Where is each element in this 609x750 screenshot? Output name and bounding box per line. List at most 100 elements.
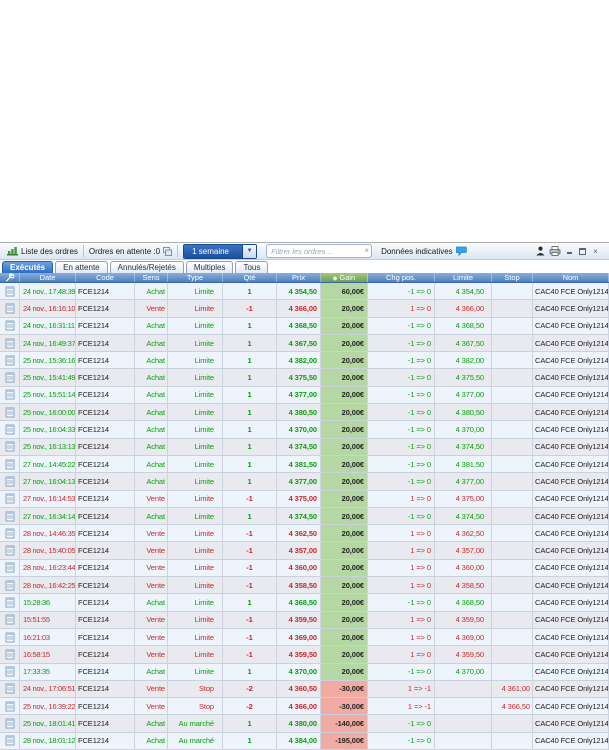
cell-prix: 4 354,50 (277, 283, 321, 299)
cell-gain: 20,00€ (321, 473, 368, 489)
wrench-icon (5, 273, 15, 282)
pending-orders-button[interactable]: Ordres en attente :0 (85, 243, 176, 259)
column-header-stop[interactable]: Stop (492, 273, 533, 282)
period-value: 1 semaine (184, 245, 242, 258)
cell-nom: CAC40 FCE Only1214 (533, 681, 609, 697)
table-row[interactable]: 28 nov., 16:42:25FCE1214VenteLimite-14 3… (0, 577, 609, 594)
cell-qte: 1 (223, 473, 277, 489)
table-row[interactable]: 15:28:36FCE1214AchatLimite14 368,5020,00… (0, 594, 609, 611)
table-row[interactable]: 28 nov., 16:23:44FCE1214VenteLimite-14 3… (0, 560, 609, 577)
tab-multiples[interactable]: Multiples (186, 261, 234, 273)
tab-tous[interactable]: Tous (235, 261, 268, 273)
table-row[interactable]: 27 nov., 16:14:53FCE1214VenteLimite-14 3… (0, 491, 609, 508)
table-row[interactable]: 28 nov., 18:01:12FCE1214AchatAu marché14… (0, 733, 609, 750)
column-header-gain[interactable]: ◆Gain (321, 273, 368, 282)
cell-icon (0, 594, 20, 610)
document-icon (5, 597, 15, 608)
clear-filter-icon[interactable]: × (364, 245, 369, 256)
sort-icon: ◆ (333, 276, 338, 282)
cell-prix: 4 382,00 (277, 352, 321, 368)
cell-stop (492, 456, 533, 472)
table-row[interactable]: 27 nov., 14:45:22FCE1214AchatLimite14 38… (0, 456, 609, 473)
cell-gain: 20,00€ (321, 577, 368, 593)
table-row[interactable]: 27 nov., 16:34:14FCE1214AchatLimite14 37… (0, 508, 609, 525)
column-header-code[interactable]: Code (76, 273, 135, 282)
tab-en-attente[interactable]: En attente (55, 261, 107, 273)
cell-type: Limite (168, 387, 223, 403)
cell-limite: 4 357,00 (435, 542, 492, 558)
user-icon[interactable] (536, 246, 545, 256)
cell-sens: Achat (135, 318, 168, 334)
toolbar-separator (177, 245, 178, 257)
tab-annul-s-rejet-s[interactable]: Annulés/Rejetés (110, 261, 184, 273)
minimize-button[interactable] (565, 247, 574, 256)
restore-button[interactable] (578, 247, 587, 256)
table-row[interactable]: 17:33:35FCE1214AchatLimite14 370,0020,00… (0, 664, 609, 681)
printer-icon[interactable] (549, 246, 561, 256)
column-header-date[interactable]: Date (20, 273, 76, 282)
table-row[interactable]: 25 nov., 16:13:13FCE1214AchatLimite14 37… (0, 439, 609, 456)
document-icon (5, 666, 15, 677)
table-row[interactable]: 24 nov., 16:49:37FCE1214AchatLimite14 36… (0, 335, 609, 352)
cell-chg: 1 => 0 (368, 525, 435, 541)
table-header: DateCodeSensTypeQtéPrix◆GainChg pos.Limi… (0, 273, 609, 283)
document-icon (5, 320, 15, 331)
table-row[interactable]: 25 nov., 16:39:22FCE1214VenteStop-24 366… (0, 698, 609, 715)
cell-code: FCE1214 (76, 542, 135, 558)
cell-gain: 20,00€ (321, 646, 368, 662)
cell-chg: 1 => -1 (368, 698, 435, 714)
table-row[interactable]: 28 nov., 14:46:35FCE1214VenteLimite-14 3… (0, 525, 609, 542)
cell-date: 28 nov., 16:42:25 (20, 577, 76, 593)
list-orders-button[interactable]: Liste des ordres (3, 243, 82, 259)
tab-ex-cut-s[interactable]: Exécutés (2, 261, 53, 273)
table-row[interactable]: 25 nov., 15:36:16FCE1214AchatLimite14 38… (0, 352, 609, 369)
table-row[interactable]: 24 nov., 16:31:11FCE1214AchatLimite14 36… (0, 318, 609, 335)
cell-sens: Vente (135, 612, 168, 628)
cell-nom: CAC40 FCE Only1214 (533, 283, 609, 299)
table-row[interactable]: 24 nov., 17:06:51FCE1214VenteStop-24 360… (0, 681, 609, 698)
cell-prix: 4 381,50 (277, 456, 321, 472)
cell-chg: -1 => 0 (368, 594, 435, 610)
column-header-nom[interactable]: Nom (533, 273, 609, 282)
column-settings-button[interactable] (0, 273, 20, 282)
cell-chg: -1 => 0 (368, 335, 435, 351)
column-header-prix[interactable]: Prix (277, 273, 321, 282)
table-row[interactable]: 28 nov., 15:40:05FCE1214VenteLimite-14 3… (0, 542, 609, 559)
document-icon (5, 441, 15, 452)
column-header-qte[interactable]: Qté (223, 273, 277, 282)
table-row[interactable]: 25 nov., 15:41:49FCE1214AchatLimite14 37… (0, 369, 609, 386)
table-row[interactable]: 27 nov., 16:04:13FCE1214AchatLimite14 37… (0, 473, 609, 490)
cell-type: Limite (168, 525, 223, 541)
document-icon (5, 476, 15, 487)
table-row[interactable]: 16:58:15FCE1214VenteLimite-14 359,5020,0… (0, 646, 609, 663)
period-select[interactable]: 1 semaine ▼ (183, 244, 257, 259)
cell-icon (0, 491, 20, 507)
indicative-label: Données indicatives (381, 247, 453, 256)
table-row[interactable]: 24 nov., 17:48:39FCE1214AchatLimite14 35… (0, 283, 609, 300)
close-button[interactable]: × (591, 247, 600, 256)
cell-date: 27 nov., 14:45:22 (20, 456, 76, 472)
column-header-type[interactable]: Type (168, 273, 223, 282)
cell-type: Limite (168, 283, 223, 299)
cell-gain: 20,00€ (321, 629, 368, 645)
column-header-sens[interactable]: Sens (135, 273, 168, 282)
table-row[interactable]: 25 nov., 18:01:41FCE1214AchatAu marché14… (0, 715, 609, 732)
table-row[interactable]: 25 nov., 16:04:33FCE1214AchatLimite14 37… (0, 421, 609, 438)
column-header-limite[interactable]: Limite (435, 273, 492, 282)
column-header-chg[interactable]: Chg pos. (368, 273, 435, 282)
cell-gain: 20,00€ (321, 542, 368, 558)
table-row[interactable]: 24 nov., 16:16:10FCE1214VenteLimite-14 3… (0, 300, 609, 317)
cell-chg: -1 => 0 (368, 473, 435, 489)
table-row[interactable]: 25 nov., 16:00:00FCE1214AchatLimite14 38… (0, 404, 609, 421)
table-row[interactable]: 16:21:03FCE1214VenteLimite-14 369,0020,0… (0, 629, 609, 646)
filter-input[interactable] (266, 244, 372, 258)
cell-sens: Vente (135, 646, 168, 662)
pending-orders-label: Ordres en attente :0 (89, 247, 160, 256)
cell-date: 27 nov., 16:34:14 (20, 508, 76, 524)
cell-icon (0, 733, 20, 749)
document-icon (5, 407, 15, 418)
table-row[interactable]: 15:51:55FCE1214VenteLimite-14 359,5020,0… (0, 612, 609, 629)
cell-code: FCE1214 (76, 698, 135, 714)
table-row[interactable]: 25 nov., 15:51:14FCE1214AchatLimite14 37… (0, 387, 609, 404)
cell-stop: 4 366,50 (492, 698, 533, 714)
